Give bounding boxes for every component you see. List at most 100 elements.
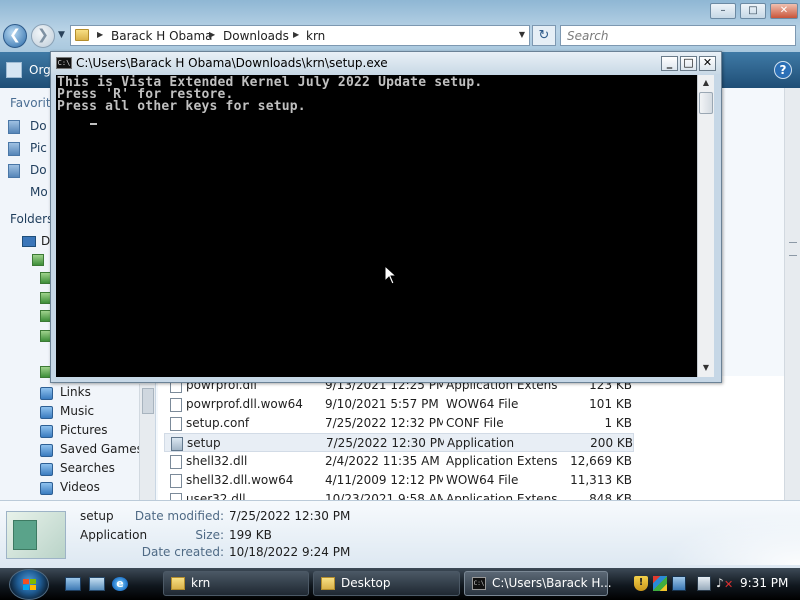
links-folder-icon bbox=[40, 387, 53, 400]
breadcrumb-separator-icon: ▶ bbox=[293, 30, 300, 39]
file-list: powrprof.dll 9/13/2021 12:25 PM Applicat… bbox=[158, 376, 800, 507]
tree-item-saved-games[interactable]: Saved Games bbox=[40, 441, 150, 459]
file-date: 2/4/2022 11:35 AM bbox=[325, 454, 440, 468]
tree-item-searches[interactable]: Searches bbox=[40, 460, 150, 478]
taskbar-button-label: C:\Users\Barack H... bbox=[492, 576, 612, 590]
back-arrow-icon: ❮ bbox=[9, 27, 21, 43]
console-line: Press all other keys for setup. bbox=[57, 99, 306, 114]
scroll-down-arrow-icon[interactable]: ▼ bbox=[698, 360, 714, 376]
explorer-minimize-button[interactable]: – bbox=[710, 3, 736, 19]
folders-heading[interactable]: Folders bbox=[10, 212, 53, 226]
file-row[interactable]: setup.conf 7/25/2022 12:32 PM CONF File … bbox=[164, 414, 634, 433]
refresh-icon: ↻ bbox=[538, 28, 550, 43]
organize-icon bbox=[6, 62, 22, 78]
display-icon[interactable] bbox=[672, 576, 686, 591]
network-icon[interactable] bbox=[697, 576, 711, 591]
desktop-icon[interactable] bbox=[22, 236, 36, 247]
explorer-title-area: – □ ✕ ❮ ❯ ▼ ▶ Barack H Obama ▶ Downloads… bbox=[0, 0, 800, 52]
address-bar[interactable]: ▶ Barack H Obama ▶ Downloads ▶ krn ▼ bbox=[70, 25, 530, 46]
taskbar: e krn Desktop C:\ C:\Users\Barack H... !… bbox=[0, 568, 800, 600]
console-minimize-button[interactable]: _ bbox=[661, 56, 678, 71]
favorite-link-label: Do bbox=[30, 119, 47, 133]
scrollbar-grip[interactable] bbox=[789, 242, 797, 256]
internet-explorer-icon[interactable]: e bbox=[112, 577, 128, 591]
taskbar-button-label: krn bbox=[191, 576, 211, 590]
file-row-selected[interactable]: setup 7/25/2022 12:30 PM Application 200… bbox=[164, 433, 634, 452]
taskbar-button-console[interactable]: C:\ C:\Users\Barack H... bbox=[464, 571, 612, 596]
navigation-scrollbar[interactable] bbox=[139, 384, 155, 500]
tree-item-label: Searches bbox=[60, 461, 115, 475]
console-scrollbar[interactable]: ▲ ▼ bbox=[697, 75, 714, 377]
switch-windows-icon[interactable] bbox=[89, 577, 105, 591]
videos-folder-icon bbox=[40, 482, 53, 495]
taskbar-button-label: Desktop bbox=[341, 576, 391, 590]
saved-games-folder-icon bbox=[40, 444, 53, 457]
taskbar-button-krn[interactable]: krn bbox=[163, 571, 309, 596]
tree-item-links[interactable]: Links bbox=[40, 384, 150, 402]
taskbar-button-desktop[interactable]: Desktop bbox=[313, 571, 460, 596]
tree-item-music[interactable]: Music bbox=[40, 403, 150, 421]
forward-button[interactable]: ❯ bbox=[31, 24, 55, 48]
file-type: WOW64 File bbox=[446, 397, 519, 411]
back-button[interactable]: ❮ bbox=[3, 24, 27, 48]
pictures-folder-icon bbox=[40, 425, 53, 438]
explorer-close-button[interactable]: ✕ bbox=[770, 3, 798, 19]
muted-icon: ✕ bbox=[724, 578, 734, 591]
breadcrumb-user[interactable]: Barack H Obama bbox=[111, 29, 213, 43]
console-cursor bbox=[90, 123, 97, 125]
scrollbar-thumb[interactable] bbox=[699, 92, 713, 114]
tree-item-pictures[interactable]: Pictures bbox=[40, 422, 150, 440]
help-icon[interactable]: ? bbox=[774, 61, 792, 79]
file-name: setup.conf bbox=[186, 416, 250, 430]
dll-file-icon bbox=[170, 455, 182, 469]
recent-pages-dropdown[interactable]: ▼ bbox=[58, 30, 65, 40]
organize-button[interactable]: Org bbox=[29, 63, 51, 77]
detail-created-value: 10/18/2022 9:24 PM bbox=[229, 545, 351, 559]
favorite-links-heading: Favorit bbox=[10, 96, 51, 110]
favorite-link-label: Do bbox=[30, 163, 47, 177]
scrollbar-thumb[interactable] bbox=[142, 388, 154, 414]
breadcrumb-downloads[interactable]: Downloads bbox=[223, 29, 289, 43]
scroll-up-arrow-icon[interactable]: ▲ bbox=[698, 75, 714, 91]
console-maximize-button[interactable]: □ bbox=[680, 56, 697, 71]
file-type: CONF File bbox=[446, 416, 504, 430]
file-date: 7/25/2022 12:32 PM bbox=[325, 416, 443, 430]
tree-item-label: Links bbox=[60, 385, 91, 399]
folder-icon bbox=[321, 577, 335, 590]
tree-desktop-label[interactable]: D bbox=[41, 234, 50, 248]
console-output[interactable]: This is Vista Extended Kernel July 2022 … bbox=[56, 75, 697, 377]
console-window: C:\ C:\Users\Barack H Obama\Downloads\kr… bbox=[50, 51, 722, 383]
console-close-button[interactable]: ✕ bbox=[699, 56, 716, 71]
search-input[interactable]: Search bbox=[560, 25, 796, 46]
refresh-button[interactable]: ↻ bbox=[532, 25, 556, 46]
user-folder-icon[interactable] bbox=[32, 254, 44, 266]
favorite-link-label: Pic bbox=[30, 141, 47, 155]
file-size: 12,669 KB bbox=[570, 454, 632, 468]
breadcrumb-krn[interactable]: krn bbox=[306, 29, 325, 43]
detail-size-label: Size: bbox=[195, 528, 224, 542]
console-icon: C:\ bbox=[56, 57, 72, 69]
security-center-icon[interactable] bbox=[653, 576, 667, 591]
clock[interactable]: 9:31 PM bbox=[740, 576, 788, 590]
folder-icon bbox=[75, 29, 89, 41]
windows-update-shield-icon[interactable]: ! bbox=[634, 576, 648, 591]
application-icon bbox=[13, 520, 37, 550]
content-scrollbar[interactable] bbox=[784, 88, 800, 500]
documents-icon bbox=[8, 120, 20, 134]
start-button[interactable] bbox=[9, 569, 49, 600]
breadcrumb-separator-icon: ▶ bbox=[209, 30, 216, 39]
console-title-bar[interactable]: C:\ C:\Users\Barack H Obama\Downloads\kr… bbox=[51, 52, 721, 74]
console-title: C:\Users\Barack H Obama\Downloads\krn\se… bbox=[76, 56, 388, 70]
file-row[interactable]: shell32.dll 2/4/2022 11:35 AM Applicatio… bbox=[164, 452, 634, 471]
details-decoration bbox=[640, 505, 800, 565]
tree-item-label: Saved Games bbox=[60, 442, 143, 456]
file-row[interactable]: powrprof.dll.wow64 9/10/2021 5:57 PM WOW… bbox=[164, 395, 634, 414]
forward-arrow-icon: ❯ bbox=[37, 27, 49, 43]
tree-item-videos[interactable]: Videos bbox=[40, 479, 150, 497]
address-dropdown-icon[interactable]: ▼ bbox=[519, 30, 525, 39]
explorer-maximize-button[interactable]: □ bbox=[740, 3, 766, 19]
show-desktop-icon[interactable] bbox=[65, 577, 81, 591]
file-name: powrprof.dll.wow64 bbox=[186, 397, 303, 411]
file-name: shell32.dll.wow64 bbox=[186, 473, 294, 487]
file-row[interactable]: shell32.dll.wow64 4/11/2009 12:12 PM WOW… bbox=[164, 471, 634, 490]
